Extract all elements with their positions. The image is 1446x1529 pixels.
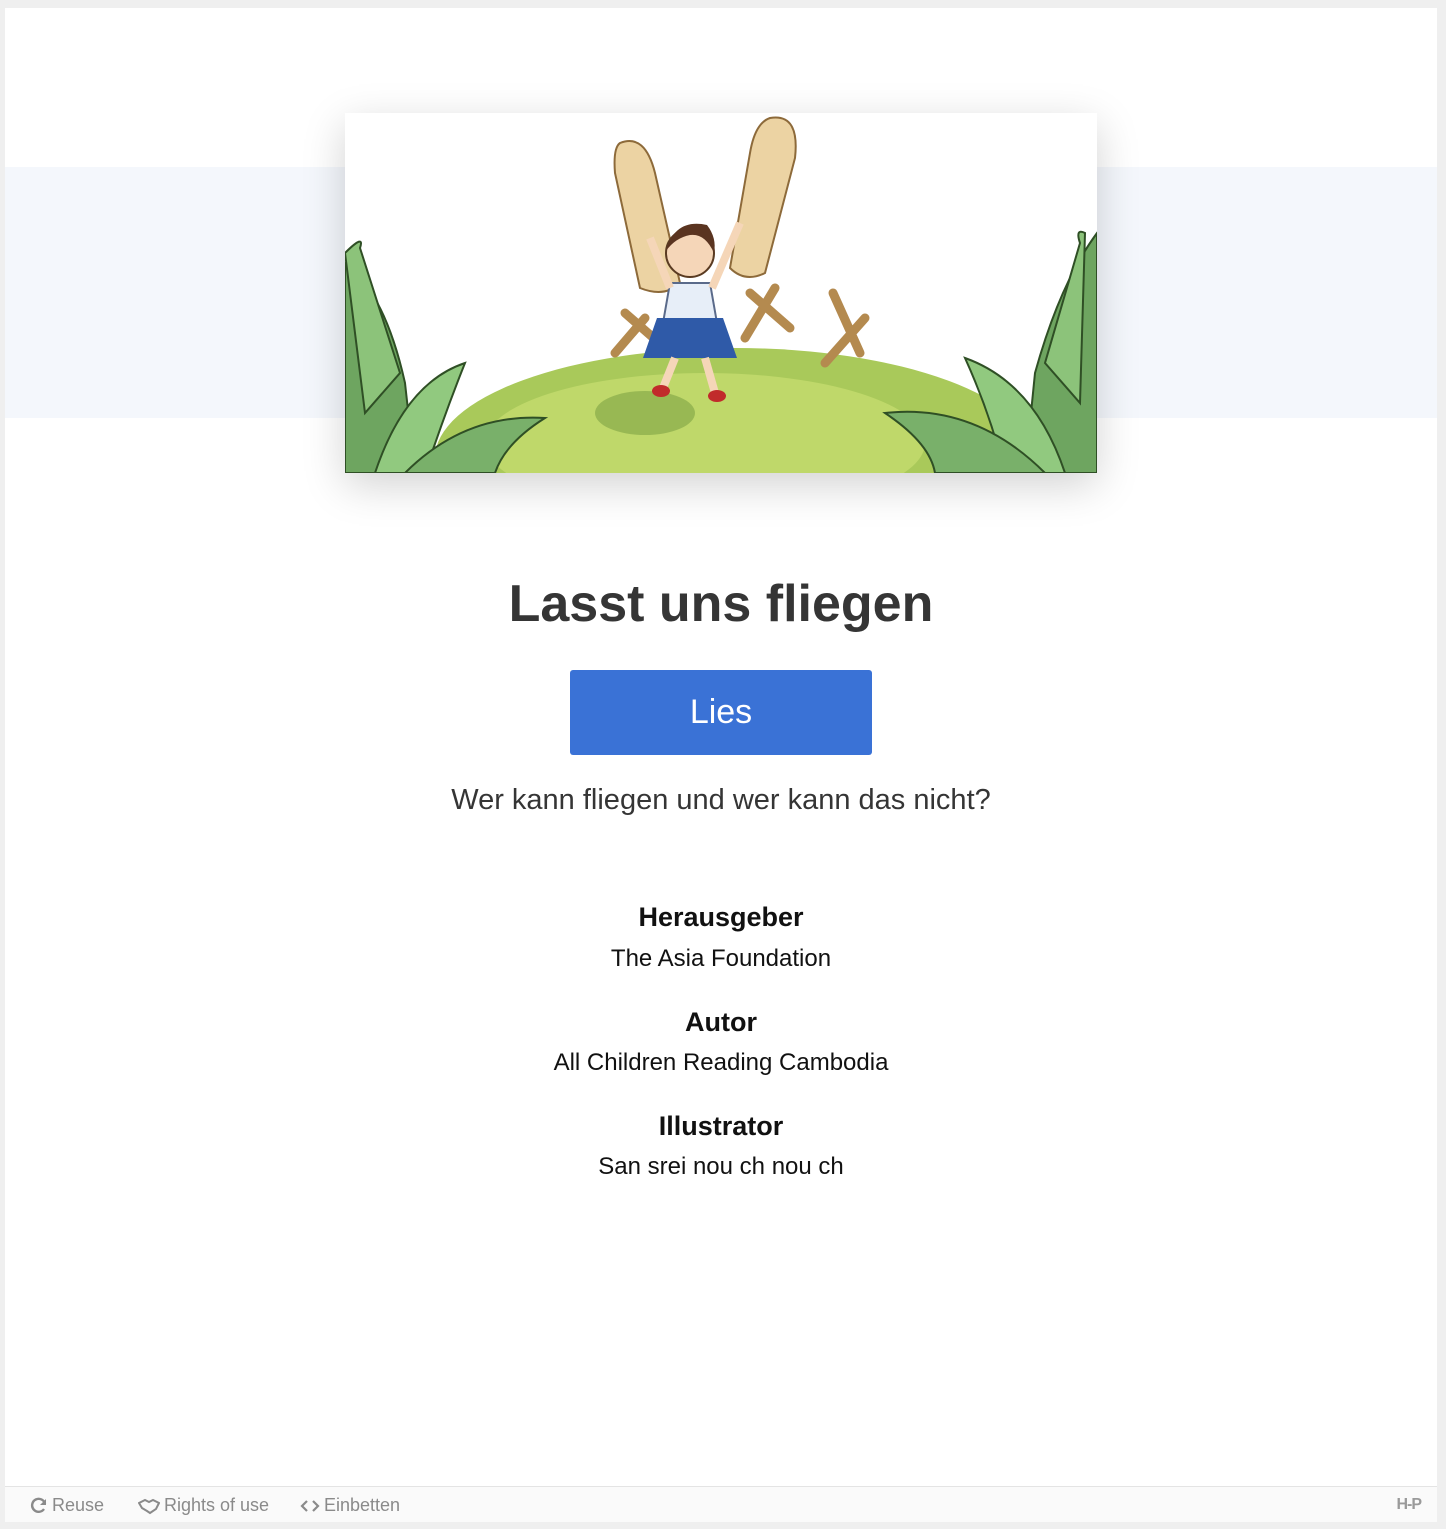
credit-value-publisher: The Asia Foundation [610, 945, 832, 972]
refresh-icon [30, 1497, 48, 1515]
content-frame: Lasst uns fliegen Lies Wer kann fliegen … [5, 8, 1437, 1522]
read-button[interactable]: Lies [570, 670, 872, 755]
h5p-logo[interactable]: H-P [1396, 1496, 1422, 1514]
embed-label: Einbetten [324, 1495, 401, 1515]
code-icon [300, 1498, 320, 1514]
book-title: Lasst uns fliegen [508, 575, 934, 633]
reuse-label: Reuse [52, 1495, 105, 1515]
embed-button[interactable]: Einbetten [300, 1494, 400, 1516]
reuse-button[interactable]: Reuse [30, 1494, 104, 1516]
credit-value-author: All Children Reading Cambodia [553, 1049, 889, 1076]
rights-of-use-label: Rights of use [164, 1495, 270, 1515]
book-description: Wer kann fliegen und wer kann das nicht? [451, 784, 991, 816]
rights-of-use-button[interactable]: Rights of use [138, 1494, 269, 1516]
credit-value-illustrator: San srei nou ch nou ch [598, 1153, 844, 1180]
credit-label-author: Autor [685, 1007, 757, 1037]
footer-bar: Reuse Rights of use Einbetten H-P [5, 1486, 1437, 1522]
handshake-icon [138, 1497, 160, 1515]
cover-image [345, 113, 1097, 473]
credit-label-publisher: Herausgeber [638, 902, 804, 932]
credit-label-illustrator: Illustrator [658, 1111, 784, 1141]
